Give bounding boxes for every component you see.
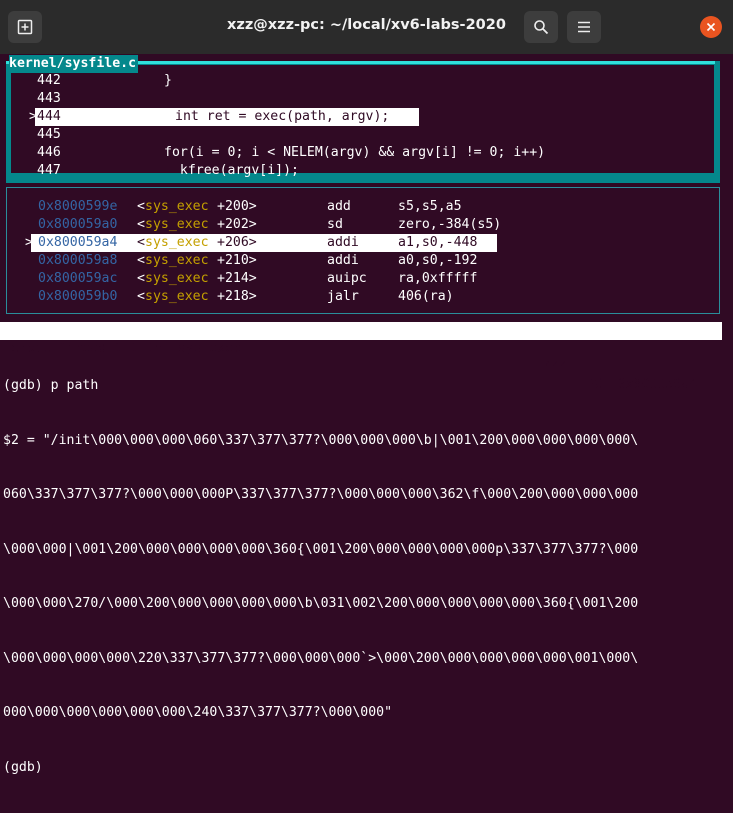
window-title: xzz@xzz-pc: ~/local/xv6-labs-2020 xyxy=(227,17,506,33)
console-line: \000\000|\001\200\000\000\000\000\360{\0… xyxy=(3,541,639,557)
console-line: \000\000\270/\000\200\000\000\000\000\b\… xyxy=(3,596,639,611)
console-line: 060\337\377\377?\000\000\000P\337\377\37… xyxy=(3,487,639,502)
search-icon xyxy=(533,19,549,35)
assembly-window: 0x8000599e < sys_exec +200> add s5,s5,a5 0x80… xyxy=(6,187,720,314)
source-file-title: kernel/sysfile.c xyxy=(9,55,139,73)
source-window-content: 442} 443 >444 int ret = exec(path, argv);… xyxy=(11,65,714,178)
terminal[interactable]: 442} 443 >444 int ret = exec(path, argv);… xyxy=(0,54,733,775)
console-line: (gdb) p path xyxy=(3,378,99,393)
gdb-prompt[interactable]: (gdb) xyxy=(3,759,638,778)
console-line: \000\000\000\000\220\337\377\377?\000\00… xyxy=(3,650,639,666)
title-bar: xzz@xzz-pc: ~/local/xv6-labs-2020 xyxy=(0,0,733,54)
status-line: remote Thread 1.1 In: sys_exec L444 PC: … xyxy=(0,322,722,392)
gdb-console[interactable]: (gdb) p path $2 = "/init\000\000\000\060… xyxy=(3,341,638,813)
console-line: 000\000\000\000\000\000\240\337\377\377?… xyxy=(3,705,393,720)
hamburger-menu-icon xyxy=(577,21,591,33)
close-icon xyxy=(706,22,716,32)
menu-button[interactable] xyxy=(567,11,601,43)
search-button[interactable] xyxy=(524,11,558,43)
asm-line-current: >0x800059a4 < sys_exec +206> addi a1,s0,-448 xyxy=(25,234,497,252)
console-line: $2 = "/init\000\000\000\060\337\377\377?… xyxy=(3,432,639,448)
current-line-marker: > xyxy=(25,235,33,250)
close-button[interactable] xyxy=(700,16,722,38)
current-line-marker: > xyxy=(29,109,37,124)
source-line-current: >444 int ret = exec(path, argv); xyxy=(29,108,419,126)
